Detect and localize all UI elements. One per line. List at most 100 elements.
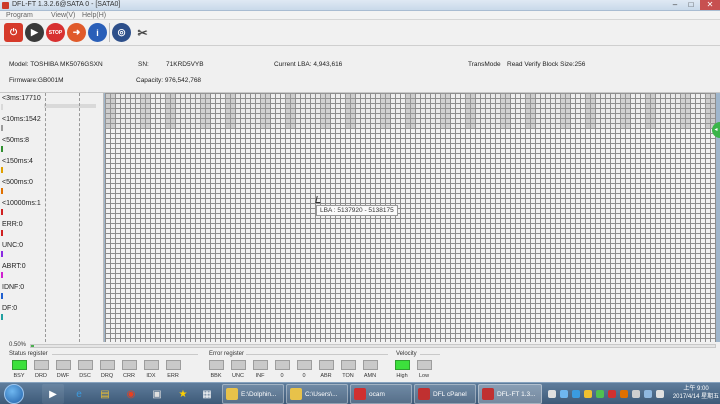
browser-icon[interactable]: e xyxy=(68,384,90,404)
folder-icon xyxy=(290,388,302,400)
window-title: DFL-FT 1.3.2.6@SATA 0 - [SATA0] xyxy=(12,1,121,8)
error-led-unc xyxy=(231,360,246,370)
task-users[interactable]: C:\Users\... xyxy=(286,384,348,404)
minimize-button[interactable]: – xyxy=(668,0,682,10)
task-dfl-cpanel[interactable]: DFL cPanel xyxy=(414,384,476,404)
tray-icon[interactable] xyxy=(608,390,616,398)
task-ocam[interactable]: ocam xyxy=(350,384,412,404)
close-button[interactable]: ✕ xyxy=(700,0,720,10)
drive-info-panel: Model: TOSHIBA MK5076GSXN SN: 71KRD5VYB … xyxy=(0,46,720,93)
read-verify-block-size: Read Verify Block Size:256 xyxy=(507,61,586,68)
legend-color-swatch xyxy=(1,125,3,131)
forward-icon[interactable]: ➜ xyxy=(67,23,86,42)
status-led-dsc xyxy=(78,360,93,370)
velocity-title: Velocity xyxy=(396,351,417,357)
legend-item[interactable]: <10000ms:1 xyxy=(0,198,104,218)
app-icon xyxy=(2,2,9,9)
tools-icon[interactable]: ✂ xyxy=(133,23,152,42)
legend-color-swatch xyxy=(1,293,3,299)
folder-icon xyxy=(226,388,238,400)
maximize-button[interactable]: □ xyxy=(684,0,698,10)
error-led-ton xyxy=(341,360,356,370)
transmode: TransMode xyxy=(468,61,501,68)
legend-color-swatch xyxy=(1,104,3,110)
legend-color-swatch xyxy=(1,230,3,236)
group-divider xyxy=(246,354,388,355)
legend-item[interactable]: IDNF:0 xyxy=(0,282,104,302)
dfl-icon xyxy=(418,388,430,400)
legend-divider xyxy=(45,93,46,342)
info-icon[interactable]: i xyxy=(88,23,107,42)
velocity-led-high xyxy=(395,360,410,370)
tray-icon[interactable] xyxy=(584,390,592,398)
legend-color-swatch xyxy=(1,167,3,173)
ocam-icon xyxy=(354,388,366,400)
app-icon[interactable]: ★ xyxy=(172,384,194,404)
status-led-drq xyxy=(100,360,115,370)
tray-icon[interactable] xyxy=(632,390,640,398)
error-led-inf xyxy=(253,360,268,370)
menu-program[interactable]: Program xyxy=(6,12,33,19)
status-led-idx xyxy=(144,360,159,370)
legend-divider xyxy=(79,93,80,342)
menu-view[interactable]: View(V) xyxy=(51,12,75,19)
error-led-abr xyxy=(319,360,334,370)
toolbar: ⏻ ▶ STOP ➜ i ◎ ✂ xyxy=(0,20,720,46)
legend-item[interactable]: <500ms:0 xyxy=(0,177,104,197)
app-icon[interactable]: ▦ xyxy=(196,384,218,404)
legend-item[interactable]: DF:0 xyxy=(0,303,104,323)
legend-item[interactable]: <50ms:8 xyxy=(0,135,104,155)
current-lba: Current LBA: 4,943,616 xyxy=(274,61,343,68)
taskbar: ▶ e ▤ ◉ ▣ ★ ▦ E:\Dolphin... C:\Users\...… xyxy=(0,382,720,404)
progress-percent: 0.50% xyxy=(9,342,27,348)
volume-icon[interactable] xyxy=(656,390,664,398)
legend-color-swatch xyxy=(1,209,3,215)
app-icon[interactable]: ◉ xyxy=(120,384,142,404)
error-led-bit4 xyxy=(297,360,312,370)
legend-item[interactable]: ERR:0 xyxy=(0,219,104,239)
system-clock[interactable]: 上午 9:00 2017/4/14 星期五 xyxy=(672,385,720,401)
play-icon[interactable]: ▶ xyxy=(25,23,44,42)
progress-bar xyxy=(30,344,716,348)
legend-color-swatch xyxy=(1,314,3,320)
explorer-icon[interactable]: ▤ xyxy=(94,384,116,404)
app-icon[interactable]: ▣ xyxy=(146,384,168,404)
task-dfl-ft[interactable]: DFL-FT 1.3... xyxy=(478,384,542,404)
firmware-text: Firmware:GB001M xyxy=(9,77,64,84)
progress-row: 0.50% xyxy=(0,342,720,350)
model-text: Model: TOSHIBA MK5076GSXN xyxy=(9,61,103,68)
legend-item[interactable]: <3ms:17710 xyxy=(0,93,104,113)
tray-icon[interactable] xyxy=(596,390,604,398)
latency-legend: <3ms:17710 <10ms:1542 <50ms:8 <150ms:4 <… xyxy=(0,93,104,342)
error-led-bbk xyxy=(209,360,224,370)
status-led-dwf xyxy=(56,360,71,370)
task-dolphin[interactable]: E:\Dolphin... xyxy=(222,384,284,404)
capacity-text: Capacity: 976,542,768 xyxy=(136,77,202,84)
menu-help[interactable]: Help(H) xyxy=(82,12,106,19)
legend-item[interactable]: <10ms:1542 xyxy=(0,114,104,134)
status-led-drd xyxy=(34,360,49,370)
progress-fill xyxy=(31,345,35,347)
sn-label: SN: xyxy=(138,61,149,68)
network-icon[interactable] xyxy=(644,390,652,398)
power-icon[interactable]: ⏻ xyxy=(4,23,23,42)
error-led-bit3 xyxy=(275,360,290,370)
tray-icon[interactable] xyxy=(548,390,556,398)
tray-icon[interactable] xyxy=(572,390,580,398)
menu-bar: Program View(V) Help(H) xyxy=(0,11,720,20)
media-player-icon[interactable]: ▶ xyxy=(42,384,64,404)
scan-icon[interactable]: ◎ xyxy=(112,23,131,42)
legend-color-swatch xyxy=(1,272,3,278)
stop-icon[interactable]: STOP xyxy=(46,23,65,42)
start-button[interactable] xyxy=(4,384,24,404)
legend-item[interactable]: ABRT:0 xyxy=(0,261,104,281)
register-panel: Status register Error register Velocity … xyxy=(0,350,720,382)
legend-color-swatch xyxy=(1,146,3,152)
legend-item[interactable]: <150ms:4 xyxy=(0,156,104,176)
velocity-led-low xyxy=(417,360,432,370)
sn-value: 71KRD5VYB xyxy=(166,61,204,68)
tray-icon[interactable] xyxy=(620,390,628,398)
legend-item[interactable]: UNC:0 xyxy=(0,240,104,260)
tray-icon[interactable] xyxy=(560,390,568,398)
sector-map-grid[interactable] xyxy=(105,93,716,342)
